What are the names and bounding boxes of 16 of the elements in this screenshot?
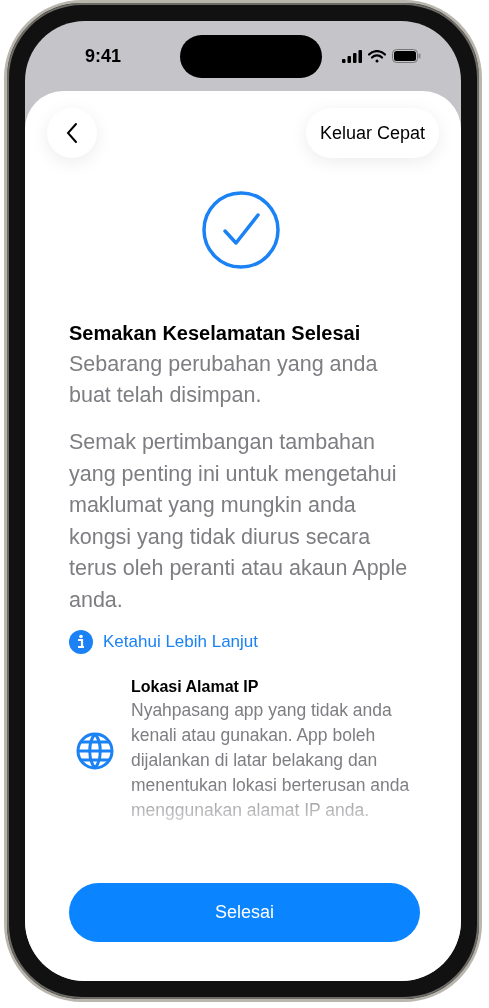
info-icon — [69, 630, 93, 654]
quick-exit-button[interactable]: Keluar Cepat — [305, 108, 439, 158]
battery-icon — [392, 49, 421, 63]
globe-icon — [75, 730, 115, 771]
learn-more-link[interactable]: Ketahui Lebih Lanjut — [103, 632, 259, 652]
status-time: 9:41 — [85, 45, 122, 67]
item-description: Nyahpasang app yang tidak anda kenali atau gunakan. App boleh dijalankan di latar belakang dan menentukan lokasi berterusan anda menggunakan alamat IP anda. — [131, 699, 411, 822]
chevron-left-icon — [66, 122, 78, 144]
done-button[interactable]: Selesai — [69, 883, 420, 942]
item-title: Lokasi Alamat IP — [131, 678, 260, 696]
body-text: Semak pertimbangan tambahan yang penting ini untuk mengetahui maklumat yang mungkin anda kongsi yang tidak diurus secara terus oleh peranti atau akaun Apple anda. — [69, 429, 409, 614]
checkmark-circle-icon — [201, 190, 281, 270]
subtitle: Sebarang perubahan yang anda buat telah disimpan. — [69, 351, 379, 409]
title: Semakan Keselamatan Selesai — [69, 322, 362, 345]
wifi-icon — [368, 49, 386, 63]
signal-icon — [342, 49, 362, 63]
